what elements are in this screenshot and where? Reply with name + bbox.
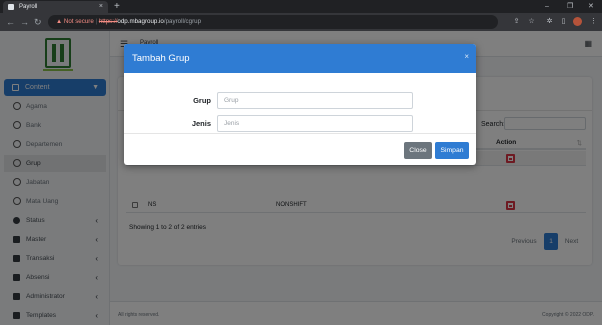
bookmark-star-icon[interactable]: ☆ — [527, 17, 536, 26]
reload-icon[interactable]: ↻ — [34, 16, 42, 28]
back-icon[interactable]: ← — [6, 16, 15, 28]
modal-title: Tambah Grup — [132, 53, 190, 64]
address-bar[interactable]: ▲ Not secure | https://odp.mbagroup.io/p… — [48, 15, 498, 29]
modal-header: Tambah Grup × — [124, 44, 476, 73]
extensions-icon[interactable]: ✲ — [545, 17, 554, 26]
profile-avatar[interactable] — [573, 17, 582, 26]
tab-favicon-icon — [8, 4, 14, 10]
not-secure-label: Not secure — [63, 18, 94, 25]
grup-input[interactable] — [217, 92, 413, 109]
maximize-icon[interactable]: ❐ — [567, 0, 573, 13]
browser-tabbar: Payroll × + – ❐ ✕ — [0, 0, 602, 13]
modal-footer: Close Simpan — [124, 133, 476, 165]
app-root: Content ▼ Agama Bank Departemen Grup Jab… — [0, 31, 602, 325]
add-grup-modal: Tambah Grup × Grup Jenis Close Simpan — [124, 44, 476, 165]
new-tab-button[interactable]: + — [114, 0, 120, 13]
url-host: odp.mbagroup.io — [117, 18, 164, 25]
tab-close-icon[interactable]: × — [99, 1, 103, 13]
modal-close-icon[interactable]: × — [464, 52, 469, 61]
forward-icon[interactable]: → — [20, 16, 29, 28]
sidepanel-icon[interactable]: ▯ — [559, 17, 568, 26]
window-close-icon[interactable]: ✕ — [588, 0, 594, 13]
grup-label: Grup — [193, 96, 211, 105]
warning-icon: ▲ — [56, 18, 63, 25]
minimize-icon[interactable]: – — [545, 0, 549, 13]
jenis-input[interactable] — [217, 115, 413, 132]
close-button[interactable]: Close — [404, 142, 432, 159]
browser-menu-icon[interactable]: ⋮ — [589, 17, 598, 26]
url-scheme: https:// — [98, 18, 118, 25]
save-button[interactable]: Simpan — [435, 142, 469, 159]
tab-title: Payroll — [19, 4, 38, 10]
jenis-label: Jenis — [191, 119, 211, 128]
share-icon[interactable]: ⇪ — [512, 17, 521, 26]
browser-tab[interactable]: Payroll × — [3, 1, 108, 13]
browser-toolbar: ← → ↻ ▲ Not secure | https://odp.mbagrou… — [0, 13, 602, 31]
url-path: /payroll/cgrup — [163, 18, 202, 25]
